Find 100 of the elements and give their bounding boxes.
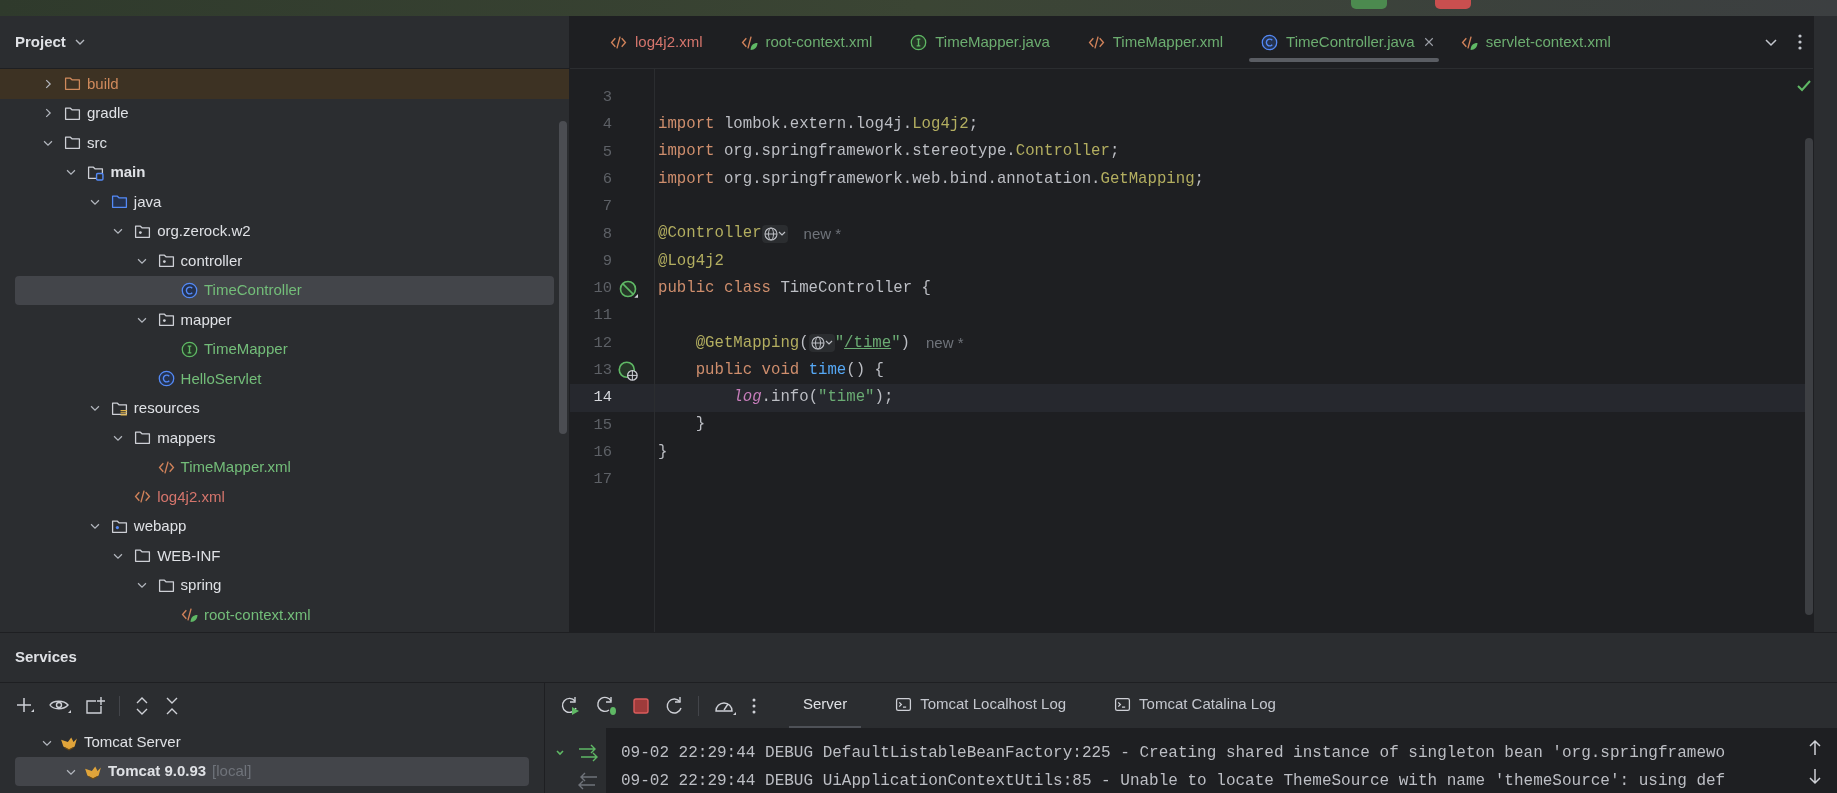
swap-arrows-icon[interactable] bbox=[577, 743, 599, 763]
console-tab[interactable]: Tomcat Catalina Log bbox=[1100, 683, 1290, 728]
collapse-icon[interactable] bbox=[164, 695, 180, 716]
line-number: 12 bbox=[592, 332, 612, 354]
bean-icon[interactable] bbox=[618, 360, 638, 381]
item-label: TimeMapper bbox=[204, 339, 288, 359]
code-token: time bbox=[807, 359, 847, 381]
tree-item[interactable]: TimeMapper.xml bbox=[0, 452, 569, 482]
editor-tab[interactable]: servlet-context.xml bbox=[1448, 16, 1637, 68]
log-line: 09-02 22:29:44 DEBUG UiApplicationContextUtils:85 - Unable to locate ThemeSource with name 'themeSource': using def bbox=[621, 771, 1727, 792]
code-token: TimeController { bbox=[779, 277, 931, 299]
tree-item[interactable]: controller bbox=[0, 246, 569, 276]
code-token: @GetMapping bbox=[694, 332, 800, 354]
item-label: log4j2.xml bbox=[157, 486, 225, 507]
service-item[interactable]: Tomcat Server bbox=[0, 728, 544, 757]
stop-icon[interactable] bbox=[632, 696, 650, 715]
line-number: 11 bbox=[592, 305, 612, 327]
code-token: " bbox=[834, 332, 845, 354]
close-icon[interactable] bbox=[1422, 36, 1435, 48]
code-token: ); bbox=[874, 387, 894, 409]
tree-item[interactable]: java bbox=[0, 187, 569, 217]
interface-icon bbox=[181, 340, 198, 358]
tree-item[interactable]: resources bbox=[0, 393, 569, 423]
tree-item[interactable]: webapp bbox=[0, 511, 569, 541]
editor-tab[interactable]: TimeController.java bbox=[1249, 16, 1449, 68]
more-icon[interactable] bbox=[751, 696, 757, 715]
tree-item[interactable]: log4j2.xml bbox=[0, 482, 569, 512]
interface-icon bbox=[910, 33, 928, 51]
scrollbar[interactable] bbox=[559, 121, 567, 434]
line-number: 6 bbox=[601, 168, 612, 190]
editor-tab[interactable]: log4j2.xml bbox=[598, 16, 729, 68]
item-label: main bbox=[110, 162, 146, 182]
item-label: src bbox=[87, 132, 107, 153]
item-label: mappers bbox=[157, 427, 216, 448]
package-icon bbox=[157, 252, 175, 270]
line-number: 14 bbox=[592, 387, 612, 409]
tree-item-selected[interactable]: TimeController bbox=[15, 275, 554, 305]
code-token: @Log4j2 bbox=[658, 250, 724, 272]
expand-icon[interactable] bbox=[134, 695, 150, 716]
log-line: 09-02 22:29:44 DEBUG DefaultListableBeanFactory:225 - Creating shared instance of singleton bean 'org.springframewo bbox=[621, 743, 1727, 764]
inlay-hint[interactable]: new * bbox=[803, 222, 842, 246]
line-number: 13 bbox=[592, 360, 612, 381]
check-icon[interactable] bbox=[1796, 79, 1812, 93]
class-icon bbox=[181, 281, 198, 299]
refresh-icon[interactable] bbox=[664, 695, 684, 716]
class-icon bbox=[157, 370, 175, 388]
editor-tab[interactable]: TimeMapper.java bbox=[898, 16, 1076, 68]
tree-item[interactable]: root-context.xml bbox=[0, 600, 569, 630]
code-token: import bbox=[658, 168, 715, 190]
item-label: root-context.xml bbox=[204, 604, 311, 625]
line-number: 4 bbox=[601, 114, 612, 136]
tree-item[interactable]: HelloServlet bbox=[0, 364, 569, 394]
globe-icon[interactable] bbox=[808, 334, 835, 353]
globe-icon[interactable] bbox=[761, 225, 788, 244]
item-label: TimeController bbox=[204, 280, 302, 300]
editor-tab[interactable]: root-context.xml bbox=[728, 16, 899, 68]
code-token: "time" bbox=[818, 387, 875, 409]
code-token: import bbox=[658, 141, 715, 163]
arrow-down-icon[interactable] bbox=[1808, 767, 1822, 785]
tree-item[interactable]: org.zerock.w2 bbox=[0, 216, 569, 246]
tree-item[interactable]: WEB-INF bbox=[0, 541, 569, 571]
code-token: public void bbox=[694, 359, 800, 381]
item-label: HelloServlet bbox=[180, 368, 262, 389]
item-label: TimeMapper.xml bbox=[180, 457, 291, 477]
swap-arrows-icon[interactable] bbox=[577, 771, 599, 791]
code-token[interactable]: /time bbox=[844, 331, 892, 356]
item-label: mapper bbox=[180, 309, 232, 330]
tree-item[interactable]: mappers bbox=[0, 423, 569, 453]
code-token: " bbox=[891, 332, 901, 354]
add-tab-icon[interactable] bbox=[85, 695, 105, 716]
code-token: () { bbox=[846, 359, 884, 381]
bean-icon[interactable] bbox=[618, 278, 638, 299]
code-icon bbox=[181, 606, 198, 624]
code-token: @Controller bbox=[658, 223, 762, 245]
code-token: } bbox=[694, 414, 706, 436]
chevron-down-icon[interactable] bbox=[555, 748, 565, 758]
line-number: 16 bbox=[592, 441, 612, 463]
tree-item[interactable]: mapper bbox=[0, 305, 569, 335]
tree-item[interactable]: build bbox=[0, 69, 569, 99]
tree-item[interactable]: spring bbox=[0, 570, 569, 600]
scrollbar[interactable] bbox=[1805, 138, 1813, 615]
panel-title: Services bbox=[15, 647, 77, 668]
code-token: .info( bbox=[761, 387, 819, 409]
folder-icon bbox=[64, 75, 81, 93]
tree-item[interactable]: src bbox=[0, 128, 569, 158]
editor-tab[interactable]: TimeMapper.xml bbox=[1075, 16, 1250, 68]
code-icon bbox=[740, 33, 758, 51]
panel-title[interactable]: Project bbox=[15, 30, 66, 54]
more-icon[interactable] bbox=[1797, 33, 1803, 51]
item-label: java bbox=[133, 191, 162, 212]
debug-icon[interactable] bbox=[596, 695, 618, 716]
tree-item[interactable]: main bbox=[0, 157, 569, 187]
tree-item[interactable]: gradle bbox=[0, 98, 569, 128]
inlay-hint[interactable]: new * bbox=[926, 332, 964, 355]
arrow-up-icon[interactable] bbox=[1808, 739, 1822, 757]
console-tab[interactable]: Tomcat Localhost Log bbox=[881, 683, 1081, 728]
item-label: resources bbox=[133, 398, 200, 418]
folder-icon bbox=[134, 429, 152, 447]
tree-item[interactable]: TimeMapper bbox=[0, 334, 569, 364]
code-token: } bbox=[658, 441, 668, 463]
